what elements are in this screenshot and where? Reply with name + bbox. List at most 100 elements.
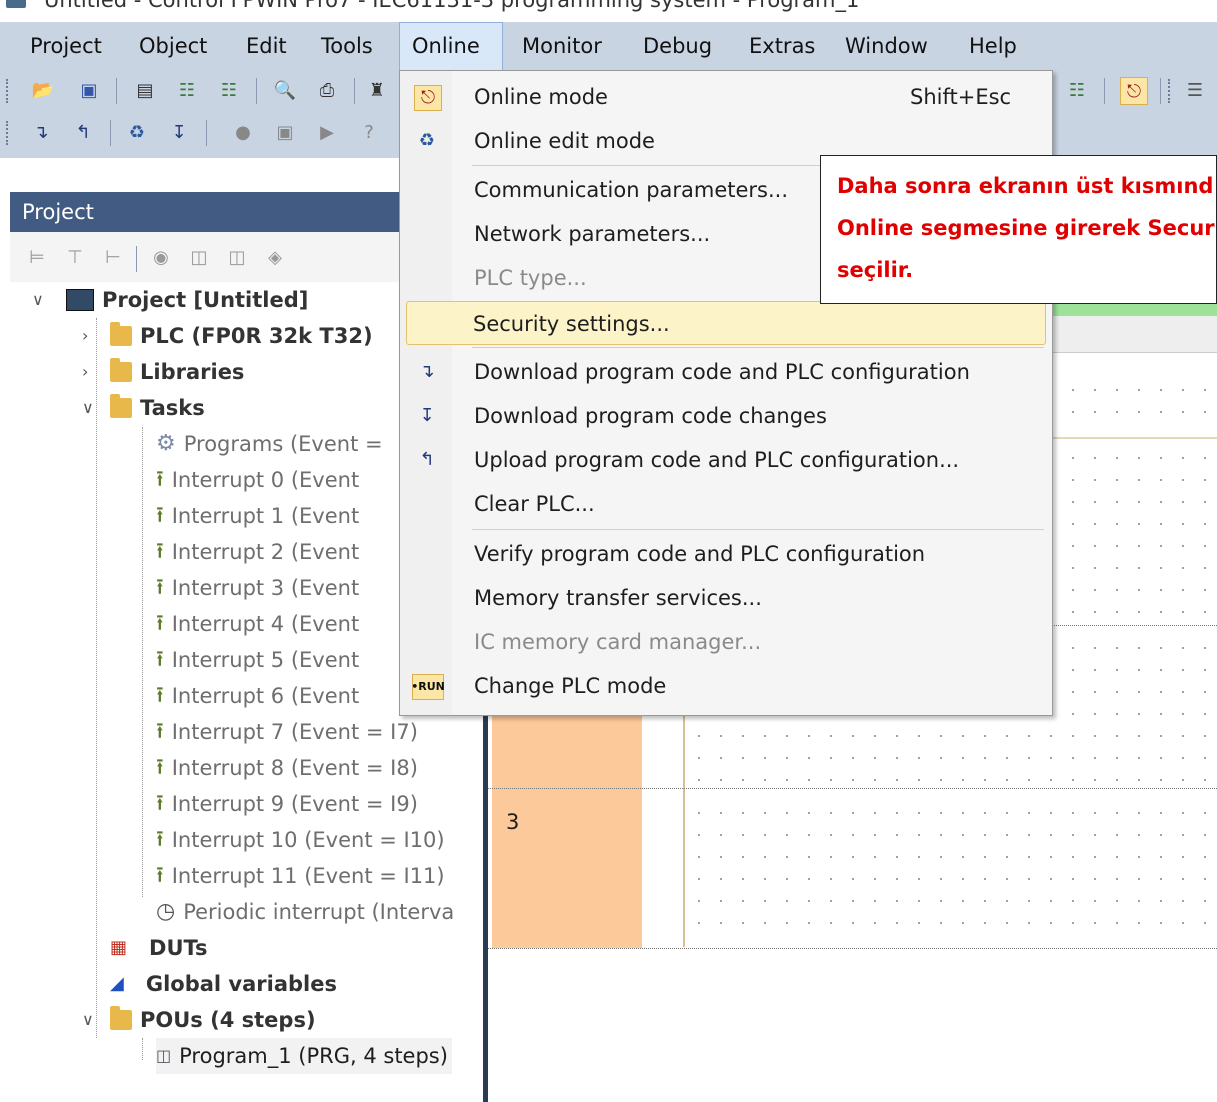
- compile-icon[interactable]: ☷: [1064, 77, 1090, 103]
- menu-item-clear-plc[interactable]: Clear PLC...: [402, 482, 1048, 526]
- tree-item-interrupt[interactable]: ⭱ Interrupt 2 (Event: [156, 534, 359, 570]
- plc-icon[interactable]: ▤: [132, 77, 158, 103]
- tree-item-interrupt[interactable]: ⭱ Interrupt 10 (Event = I10): [156, 822, 445, 858]
- tree-item-interrupt[interactable]: ⭱ Interrupt 4 (Event: [156, 606, 359, 642]
- tree-item-label: Interrupt 5 (Event: [171, 648, 360, 672]
- download-icon: ↴: [419, 361, 435, 382]
- tree-item-duts[interactable]: ▦ DUTs: [110, 930, 208, 966]
- tree-add-icon[interactable]: ⊨: [24, 244, 50, 270]
- lightning-icon: ⭱: [156, 503, 164, 528]
- folder-icon: [110, 1006, 132, 1030]
- tree-item-periodic-interrupt[interactable]: ◷ Periodic interrupt (Interva: [156, 894, 454, 930]
- download-changes-icon[interactable]: ↧: [166, 119, 192, 145]
- upload-icon[interactable]: ↰: [70, 119, 96, 145]
- tree-item-interrupt[interactable]: ⭱ Interrupt 3 (Event: [156, 570, 359, 606]
- expand-caret-icon[interactable]: ∨: [32, 282, 44, 318]
- global-variables-icon: ◢: [110, 973, 124, 994]
- print-icon[interactable]: ⎙: [314, 77, 340, 103]
- print-preview-icon[interactable]: 🔍: [272, 77, 298, 103]
- menu-object[interactable]: Object: [127, 22, 219, 70]
- menu-item-online-mode[interactable]: ⎋ Online mode Shift+Esc: [402, 75, 1048, 119]
- save-icon[interactable]: ▣: [76, 77, 102, 103]
- toolbar-grip[interactable]: [6, 121, 12, 145]
- open-folder-icon[interactable]: 📂: [30, 77, 56, 103]
- tree-item-interrupt[interactable]: ⭱ Interrupt 11 (Event = I11): [156, 858, 445, 894]
- menu-item-memory-transfer[interactable]: Memory transfer services...: [402, 576, 1048, 620]
- menu-item-label: Online edit mode: [474, 129, 655, 153]
- online-edit-icon[interactable]: ♻: [124, 119, 150, 145]
- tree-insert-icon[interactable]: ⊢: [100, 244, 126, 270]
- window-icon[interactable]: ▣: [272, 119, 298, 145]
- menu-online[interactable]: Online: [399, 22, 503, 70]
- tree-item-interrupt[interactable]: ⭱ Interrupt 6 (Event: [156, 678, 359, 714]
- step-icon[interactable]: ▶: [314, 119, 340, 145]
- collapse-caret-icon[interactable]: ›: [82, 318, 88, 354]
- menu-item-label: Online mode: [474, 85, 608, 109]
- tree-item-program-1[interactable]: ◫ Program_1 (PRG, 4 steps): [156, 1038, 452, 1074]
- network-config-icon[interactable]: ☷: [216, 77, 242, 103]
- tree-item-tasks[interactable]: ∨ Tasks: [82, 390, 205, 426]
- tree-item-interrupt[interactable]: ⭱ Interrupt 5 (Event: [156, 642, 359, 678]
- lightning-icon: ⭱: [156, 863, 164, 888]
- expand-caret-icon[interactable]: ∨: [82, 390, 94, 426]
- expand-caret-icon[interactable]: ∨: [82, 1002, 94, 1038]
- tree-move-icon[interactable]: ⊤: [62, 244, 88, 270]
- tree-item-interrupt[interactable]: ⭱ Interrupt 7 (Event = I7): [156, 714, 418, 750]
- tree-item-plc[interactable]: › PLC (FP0R 32k T32): [82, 318, 373, 354]
- menu-edit[interactable]: Edit: [234, 22, 299, 70]
- tree-item-interrupt[interactable]: ⭱ Interrupt 0 (Event: [156, 462, 359, 498]
- tree-item-project[interactable]: ∨ Project [Untitled]: [32, 282, 308, 318]
- tree-item-interrupt[interactable]: ⭱ Interrupt 1 (Event: [156, 498, 359, 534]
- lightning-icon: ⭱: [156, 647, 164, 672]
- menu-help[interactable]: Help: [957, 22, 1029, 70]
- tree-item-label: Interrupt 3 (Event: [171, 576, 360, 600]
- menu-item-upload-program[interactable]: ↰ Upload program code and PLC configurat…: [402, 438, 1048, 482]
- tree-book-icon[interactable]: ◫: [186, 244, 212, 270]
- tree-item-interrupt[interactable]: ⭱ Interrupt 9 (Event = I9): [156, 786, 418, 822]
- run-mode-icon: •RUN: [411, 674, 445, 700]
- menu-extras[interactable]: Extras: [737, 22, 827, 70]
- annotation-line: Daha sonra ekranın üst kısmınd: [837, 174, 1214, 198]
- menu-monitor[interactable]: Monitor: [510, 22, 614, 70]
- lightning-icon: ⭱: [156, 719, 164, 744]
- tree-item-interrupt[interactable]: ⭱ Interrupt 8 (Event = I8): [156, 750, 418, 786]
- collapse-caret-icon[interactable]: ›: [82, 354, 88, 390]
- tree-item-libraries[interactable]: › Libraries: [82, 354, 244, 390]
- tree-item-global-variables[interactable]: ◢ Global variables: [110, 966, 337, 1002]
- menu-item-security-settings[interactable]: Security settings...: [406, 301, 1046, 345]
- rung-grid-area: [688, 802, 1217, 942]
- ladder-icon[interactable]: ☰: [1182, 77, 1208, 103]
- window-title-bar: Untitled - Control FPWIN Pro7 - IEC61131…: [0, 0, 1217, 22]
- menu-item-ic-memory-card[interactable]: IC memory card manager...: [402, 620, 1048, 664]
- gear-icon: ⚙: [156, 431, 176, 456]
- tree-erase-icon[interactable]: ◈: [262, 244, 288, 270]
- toolbar-separator: [116, 78, 117, 104]
- menu-item-download-program[interactable]: ↴ Download program code and PLC configur…: [402, 350, 1048, 394]
- rung-number-cell[interactable]: 3: [492, 790, 642, 948]
- menu-window[interactable]: Window: [833, 22, 940, 70]
- find-icon[interactable]: ♜: [364, 77, 390, 103]
- help-icon[interactable]: ?: [356, 119, 382, 145]
- toolbar-grip[interactable]: [1168, 79, 1174, 103]
- menu-tools[interactable]: Tools: [309, 22, 385, 70]
- online-mode-toolbar-icon[interactable]: ⎋: [1120, 77, 1148, 105]
- menu-item-verify-program[interactable]: Verify program code and PLC configuratio…: [402, 532, 1048, 576]
- clock-icon: ◷: [156, 899, 176, 924]
- toolbar-grip[interactable]: [6, 79, 12, 103]
- tree-books-icon[interactable]: ◫: [224, 244, 250, 270]
- menu-debug[interactable]: Debug: [631, 22, 724, 70]
- tree-item-pous[interactable]: ∨ POUs (4 steps): [82, 1002, 316, 1038]
- project-panel-title: Project: [22, 200, 94, 224]
- download-icon[interactable]: ↴: [28, 119, 54, 145]
- tree-item-programs[interactable]: ⚙ Programs (Event =: [156, 426, 383, 462]
- tree-library-icon[interactable]: ◉: [148, 244, 174, 270]
- tree-item-label: Interrupt 4 (Event: [171, 612, 360, 636]
- menu-item-change-plc-mode[interactable]: •RUN Change PLC mode: [402, 664, 1048, 708]
- network-icon[interactable]: ☷: [174, 77, 200, 103]
- tree-item-label: Interrupt 9 (Event = I9): [171, 792, 418, 816]
- menu-bar: Project Object Edit Tools Online Monitor…: [0, 22, 1217, 70]
- menu-item-download-changes[interactable]: ↧ Download program code changes: [402, 394, 1048, 438]
- menu-project[interactable]: Project: [18, 22, 114, 70]
- record-icon[interactable]: ●: [230, 119, 256, 145]
- tree-item-label: PLC (FP0R 32k T32): [140, 324, 373, 348]
